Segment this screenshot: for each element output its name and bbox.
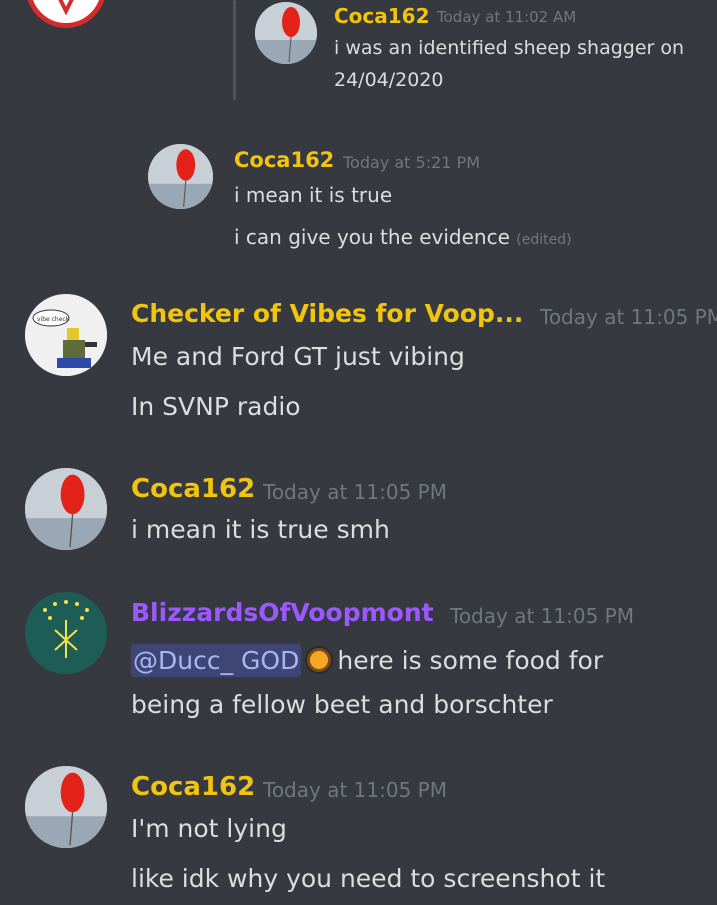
- message-author[interactable]: Coca162: [234, 148, 334, 172]
- balloon-icon: [25, 766, 107, 848]
- message-author[interactable]: Coca162: [131, 474, 255, 504]
- balloon-avatar-icon[interactable]: [148, 144, 213, 209]
- message-text: 24/04/2020: [334, 69, 444, 91]
- balloon-avatar-icon[interactable]: [25, 468, 107, 550]
- message-timestamp: Today at 11:05 PM: [263, 480, 447, 504]
- message-timestamp: Today at 5:21 PM: [343, 153, 480, 172]
- message-timestamp: Today at 11:05 PM: [450, 604, 634, 628]
- user-mention[interactable]: @Ducc_ GOD: [131, 644, 302, 677]
- flag-emblem-icon: [25, 592, 107, 674]
- message-author[interactable]: Coca162: [131, 772, 255, 802]
- edited-label: (edited): [516, 232, 572, 248]
- message-timestamp: Today at 11:05 PM: [263, 778, 447, 802]
- balloon-avatar-icon[interactable]: [25, 766, 107, 848]
- message-author[interactable]: Checker of Vibes for Voop...: [131, 299, 523, 328]
- message-text: i can give you the evidence (edited): [234, 225, 572, 249]
- logo-avatar-icon[interactable]: [26, 0, 106, 28]
- vibe-check-icon: vibe check: [25, 294, 107, 376]
- reply-thread-bar: [233, 0, 236, 100]
- balloon-icon: [255, 2, 317, 64]
- message-author[interactable]: BlizzardsOfVoopmont: [131, 598, 434, 627]
- food-emoji-icon: [305, 646, 334, 674]
- message-timestamp: Today at 11:05 PM: [540, 305, 717, 329]
- message-text: In SVNP radio: [131, 392, 301, 421]
- message-text: @Ducc_ GOD here is some food for: [131, 644, 604, 677]
- message-text-body: i can give you the evidence: [234, 225, 510, 249]
- message-text-body: here is some food for: [337, 646, 604, 675]
- message-text: i mean it is true: [234, 183, 393, 207]
- message-text: i was an identified sheep shagger on: [334, 37, 685, 59]
- message-text: like idk why you need to screenshot it: [131, 864, 606, 893]
- balloon-icon: [148, 144, 213, 209]
- message-timestamp: Today at 11:02 AM: [437, 8, 577, 26]
- chat-view: Coca162 Today at 11:02 AM i was an ident…: [0, 0, 717, 905]
- message-text: being a fellow beet and borschter: [131, 690, 553, 719]
- v-logo-icon: [58, 0, 74, 15]
- balloon-icon: [25, 468, 107, 550]
- vibe-check-caption: vibe check: [37, 316, 70, 323]
- message-text: I'm not lying: [131, 814, 287, 843]
- balloon-avatar-icon[interactable]: [255, 2, 317, 64]
- message-text: i mean it is true smh: [131, 515, 390, 544]
- flag-avatar-icon[interactable]: [25, 592, 107, 674]
- message-author[interactable]: Coca162: [334, 4, 430, 28]
- message-text: Me and Ford GT just vibing: [131, 342, 465, 371]
- vibe-check-avatar-icon[interactable]: vibe check: [25, 294, 107, 376]
